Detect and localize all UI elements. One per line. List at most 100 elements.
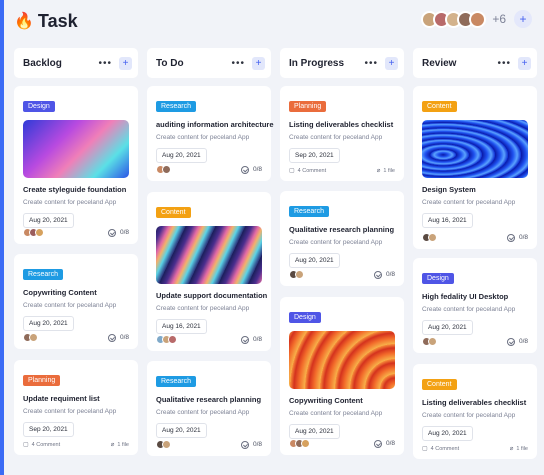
comments-count[interactable]: ▢ 4 Comment [422,445,459,453]
task-card[interactable]: Research Qualitative research planning C… [147,361,271,456]
checklist-count: 0/8 [252,441,262,448]
task-card[interactable]: Planning Listing deliverables checklist … [280,86,404,181]
more-options-icon[interactable]: ••• [98,58,112,69]
task-card[interactable]: Design High fedality UI Desktop Create c… [413,258,537,353]
card-subtitle: Create content for peceland App [156,409,250,416]
tag-badge: Content [422,101,457,112]
task-card[interactable]: Design Copywriting Content Create conten… [280,297,404,455]
page-title: Task [37,10,78,31]
page-header: 🔥 Task [14,8,78,34]
task-card[interactable]: Planning Update requiment list Create co… [14,360,138,455]
more-options-icon[interactable]: ••• [364,58,378,69]
checklist-progress: 0/8 [506,233,528,242]
more-members-count[interactable]: +6 [492,12,506,26]
fire-icon: 🔥 [14,13,34,30]
add-card-button[interactable]: + [252,56,265,70]
checklist-progress: 0/8 [373,439,395,448]
task-card[interactable]: Content Update support documentation Cre… [147,192,271,351]
card-title: auditing information architecture [156,120,274,129]
paperclip-icon: ⌀ [110,442,115,448]
paperclip-icon: ⌀ [509,446,514,452]
task-card[interactable]: Research Qualitative research planning C… [280,191,404,286]
team-avatars[interactable]: +6 + [421,10,532,28]
more-options-icon[interactable]: ••• [497,58,511,69]
card-footer: ▢ 4 Comment ⌀ 1 file [289,167,395,175]
comments-count[interactable]: ▢ 4 Comment [23,441,60,449]
checklist-count: 0/8 [385,271,395,278]
add-member-button[interactable]: + [514,10,532,28]
assignees[interactable] [422,233,437,242]
due-date[interactable]: Aug 20, 2021 [23,316,74,331]
column-title: Review [422,57,457,69]
card-footer: 0/8 [23,228,129,237]
avatar [162,165,171,174]
due-date[interactable]: Sep 20, 2021 [23,422,74,437]
task-card[interactable]: Content Design System Create content for… [413,86,537,249]
due-date[interactable]: Aug 20, 2021 [23,213,74,228]
assignees[interactable] [422,337,437,346]
avatar [29,333,38,342]
checklist-progress: 0/8 [107,333,129,342]
due-date[interactable]: Aug 20, 2021 [422,426,473,441]
task-card[interactable]: Research Copywriting Content Create cont… [14,254,138,349]
task-card[interactable]: Content Listing deliverables checklist C… [413,364,537,459]
card-footer: 0/8 [156,440,262,449]
checklist-count: 0/8 [119,334,129,341]
card-subtitle: Create content for peceland App [156,305,250,312]
tag-badge: Research [156,101,196,112]
column-header-in-progress: In Progress ••• + [280,48,404,78]
due-date[interactable]: Aug 20, 2021 [422,320,473,335]
tag-badge: Research [23,269,63,280]
due-date[interactable]: Aug 20, 2021 [289,253,340,268]
due-date[interactable]: Aug 20, 2021 [156,148,207,163]
left-accent-bar [0,0,4,475]
due-date[interactable]: Aug 16, 2021 [422,213,473,228]
checklist-count: 0/8 [119,229,129,236]
assignees[interactable] [156,440,171,449]
card-subtitle: Create content for peceland App [23,408,117,415]
check-circle-icon [506,337,515,346]
card-footer: 0/8 [422,337,528,346]
kanban-board: Backlog ••• + To Do ••• + In Progress ••… [14,48,544,475]
add-card-button[interactable]: + [119,56,132,70]
due-date[interactable]: Aug 16, 2021 [156,319,207,334]
assignees[interactable] [156,335,177,344]
comments-count[interactable]: ▢ 4 Comment [289,167,326,175]
card-cover-image [156,226,262,284]
assignees[interactable] [23,228,44,237]
check-circle-icon [373,270,382,279]
column-header-review: Review ••• + [413,48,537,78]
add-card-button[interactable]: + [518,56,531,70]
column-header-backlog: Backlog ••• + [14,48,138,78]
attachments-count[interactable]: ⌀ 1 file [509,445,528,453]
attachments-count[interactable]: ⌀ 1 file [110,441,129,449]
column-title: To Do [156,57,184,69]
tag-badge: Content [156,207,191,218]
check-circle-icon [240,440,249,449]
add-card-button[interactable]: + [385,56,398,70]
assignees[interactable] [289,439,310,448]
checklist-progress: 0/8 [373,270,395,279]
checklist-count: 0/8 [385,440,395,447]
avatar[interactable] [469,10,487,28]
card-subtitle: Create content for peceland App [289,410,383,417]
card-subtitle: Create content for peceland App [23,302,117,309]
more-options-icon[interactable]: ••• [231,58,245,69]
due-date[interactable]: Aug 20, 2021 [156,423,207,438]
assignees[interactable] [289,270,304,279]
checklist-count: 0/8 [518,234,528,241]
assignees[interactable] [23,333,38,342]
card-title: Listing deliverables checklist [422,398,527,407]
card-cover-image [23,120,129,178]
due-date[interactable]: Sep 20, 2021 [289,148,340,163]
task-card[interactable]: Research auditing information architectu… [147,86,274,181]
card-title: Design System [422,185,476,194]
card-footer: 0/8 [289,439,395,448]
card-cover-image [289,331,395,389]
attachments-count[interactable]: ⌀ 1 file [377,167,395,175]
due-date[interactable]: Aug 20, 2021 [289,424,340,439]
assignees[interactable] [156,165,171,174]
card-subtitle: Create content for peceland App [422,199,516,206]
tag-badge: Design [289,312,321,323]
task-card[interactable]: Design Create styleguide foundation Crea… [14,86,138,244]
